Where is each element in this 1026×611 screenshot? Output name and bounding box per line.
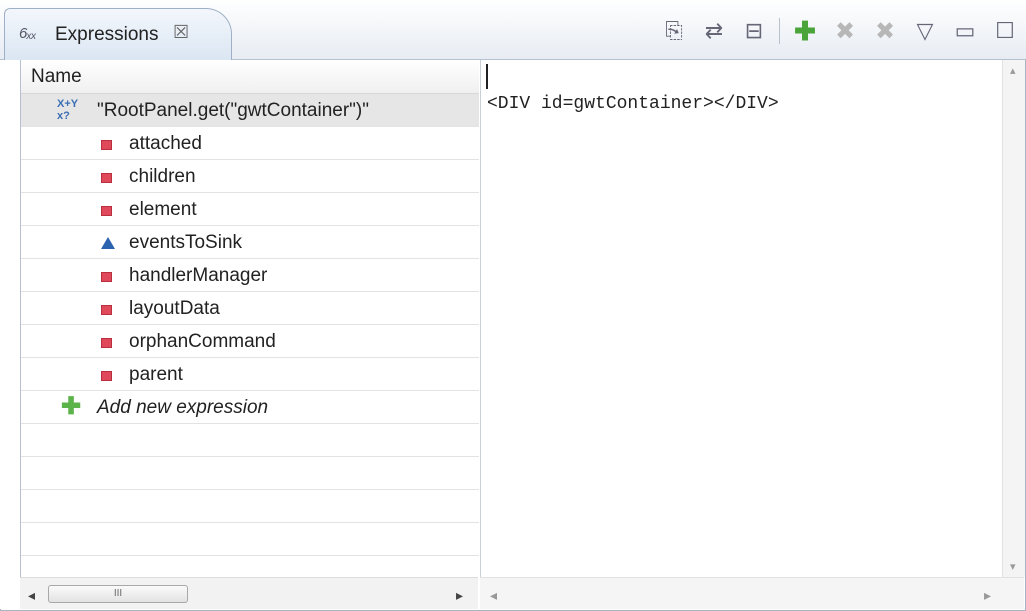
add-icon: ✚	[61, 393, 82, 420]
collapse-expand-button[interactable]: ⇄	[697, 14, 731, 48]
tree-row-children[interactable]: children	[21, 160, 479, 193]
empty-row	[21, 556, 479, 577]
private-field-icon	[101, 193, 112, 227]
private-field-icon	[101, 325, 112, 359]
watch-expression-icon: X+Y x?	[57, 98, 79, 122]
detail-scroll-right-arrow[interactable]: ▸	[984, 587, 991, 604]
tree-row-orphanCommand[interactable]: orphanCommand	[21, 325, 479, 358]
private-field-icon	[101, 259, 112, 293]
left-gutter	[0, 60, 20, 609]
scroll-left-arrow[interactable]: ◂	[28, 587, 35, 604]
empty-row	[21, 490, 479, 523]
private-field-icon	[101, 292, 112, 326]
add-new-expression-row[interactable]: ✚ Add new expression	[21, 391, 479, 424]
tree-horizontal-scrollbar[interactable]: ◂ III ▸	[20, 577, 478, 609]
tree-row-parent[interactable]: parent	[21, 358, 479, 391]
tab-expressions-label: Expressions	[55, 24, 159, 45]
detail-vertical-scrollbar[interactable]: ▴ ▾	[1002, 60, 1025, 577]
scroll-right-arrow[interactable]: ▸	[456, 587, 463, 604]
tree-row-label: element	[129, 199, 197, 220]
tree-row-label: layoutData	[129, 298, 220, 319]
tree-row-label: attached	[129, 133, 202, 154]
toolbar-separator	[779, 18, 780, 44]
root-expression-label: "RootPanel.get("gwtContainer")"	[97, 100, 370, 121]
select-all-expressions-button[interactable]: ⎘	[657, 14, 691, 48]
tree-row-root-expression[interactable]: X+Y x? "RootPanel.get("gwtContainer")"	[21, 94, 479, 127]
empty-row	[21, 424, 479, 457]
protected-field-icon	[101, 226, 115, 260]
maximize-button[interactable]: ☐	[988, 14, 1022, 48]
expressions-view-icon: 6ₓₓ	[19, 25, 37, 42]
tab-expressions[interactable]: 6ₓₓ Expressions ☒	[4, 8, 232, 60]
text-caret	[486, 64, 488, 89]
remove-expression-button[interactable]: ✖	[828, 14, 862, 48]
expressions-tree[interactable]: Name X+Y x? "RootPanel.get("gwtContainer"…	[20, 60, 479, 577]
tree-row-element[interactable]: element	[21, 193, 479, 226]
view-toolbar: ⎘ ⇄ ⊟ ✚ ✖ ✖ ▽ ▭ ☐	[657, 14, 1022, 48]
private-field-icon	[101, 127, 112, 161]
scrollbar-thumb[interactable]: III	[48, 585, 188, 603]
detail-scroll-left-arrow[interactable]: ◂	[490, 587, 497, 604]
empty-row	[21, 523, 479, 556]
scroll-up-arrow[interactable]: ▴	[1010, 64, 1016, 77]
tree-row-layoutData[interactable]: layoutData	[21, 292, 479, 325]
view-tab-bar: 6ₓₓ Expressions ☒ ⎘ ⇄ ⊟ ✚ ✖ ✖ ▽ ▭ ☐	[0, 0, 1026, 60]
add-new-expression-label: Add new expression	[97, 397, 269, 418]
detail-horizontal-scrollbar[interactable]: ◂ ▸	[480, 577, 1024, 609]
tree-row-handlerManager[interactable]: handlerManager	[21, 259, 479, 292]
remove-all-expressions-button[interactable]: ✖	[868, 14, 902, 48]
tree-row-label: handlerManager	[129, 265, 268, 286]
close-icon[interactable]: ☒	[173, 22, 189, 43]
tree-row-label: eventsToSink	[129, 232, 243, 253]
tree-row-label: children	[129, 166, 196, 187]
view-menu-button[interactable]: ▽	[908, 14, 942, 48]
column-header-name[interactable]: Name	[21, 60, 479, 94]
scroll-down-arrow[interactable]: ▾	[1010, 560, 1016, 573]
detail-pane[interactable]: <DIV id=gwtContainer></DIV>	[480, 60, 1003, 577]
private-field-icon	[101, 160, 112, 194]
tree-row-eventsToSink[interactable]: eventsToSink	[21, 226, 479, 259]
tree-row-label: parent	[129, 364, 183, 385]
tree-row-attached[interactable]: attached	[21, 127, 479, 160]
collapse-all-button[interactable]: ⊟	[737, 14, 771, 48]
empty-row	[21, 457, 479, 490]
detail-text[interactable]: <DIV id=gwtContainer></DIV>	[487, 94, 779, 114]
private-field-icon	[101, 358, 112, 392]
tree-row-label: orphanCommand	[129, 331, 276, 352]
minimize-button[interactable]: ▭	[948, 14, 982, 48]
add-watch-expression-button[interactable]: ✚	[788, 14, 822, 48]
